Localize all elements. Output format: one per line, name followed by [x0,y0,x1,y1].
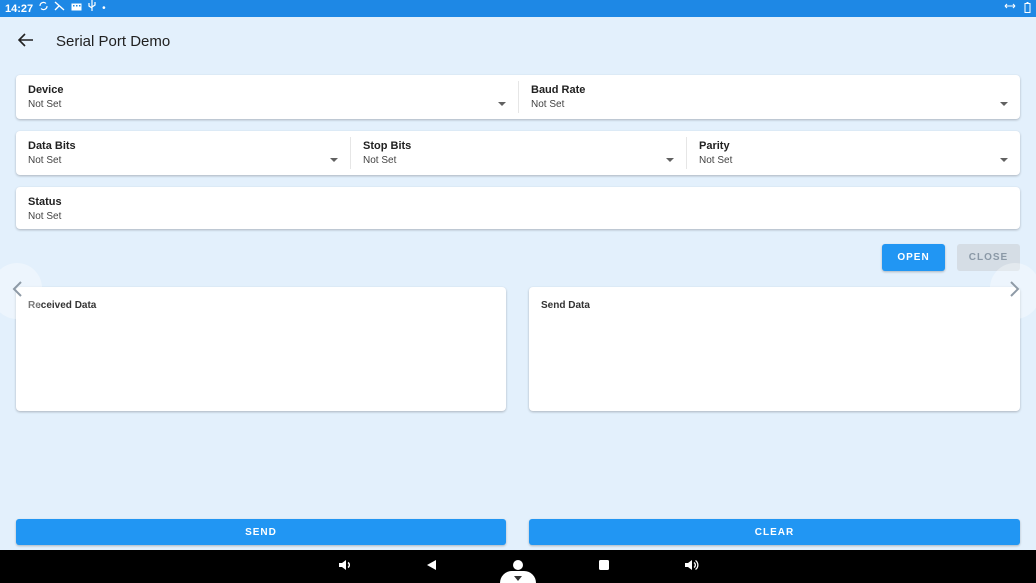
previous-page-button[interactable] [0,263,42,319]
send-data-panel[interactable]: Send Data [529,287,1020,411]
bits-parity-card: Data Bits Not Set Stop Bits Not Set Pari… [16,131,1020,175]
page-title: Serial Port Demo [56,33,171,50]
chevron-down-icon [666,158,674,162]
chevron-left-icon [11,280,23,303]
baud-rate-label: Baud Rate [531,84,586,96]
back-triangle-icon [425,558,437,576]
status-label: Status [28,196,62,208]
nav-recents-button[interactable] [595,558,613,576]
device-baud-card: Device Not Set Baud Rate Not Set [16,75,1020,119]
chevron-down-icon [330,158,338,162]
chevron-down-icon [498,102,506,106]
send-button[interactable]: SEND [16,519,506,545]
received-data-panel[interactable]: Received Data [16,287,506,411]
data-bits-value: Not Set [28,155,62,166]
device-label: Device [28,84,64,96]
battery-icon [1024,1,1031,16]
open-button[interactable]: OPEN [882,244,945,271]
volume-up-button[interactable] [682,558,700,576]
nav-drawer-handle[interactable] [500,571,536,583]
data-transfer-icon [1004,2,1016,16]
parity-dropdown[interactable]: Parity Not Set [686,137,1020,169]
status-time: 14:27 [5,2,34,15]
data-bits-dropdown[interactable]: Data Bits Not Set [16,131,350,175]
status-value: Not Set [28,211,62,222]
parity-value: Not Set [699,155,733,166]
keyboard-icon [71,0,82,17]
data-bits-label: Data Bits [28,140,76,152]
baud-rate-dropdown[interactable]: Baud Rate Not Set [518,81,1020,113]
chevron-down-icon [1000,102,1008,106]
device-value: Not Set [28,99,62,110]
chevron-right-icon [1009,280,1021,303]
sync-icon [39,0,48,17]
recents-icon [598,558,610,576]
app-bar: Serial Port Demo [0,17,1036,65]
status-card: Status Not Set [16,187,1020,229]
parity-label: Parity [699,140,730,152]
dot-icon: • [102,3,106,14]
volume-down-button[interactable] [336,558,354,576]
signal-icon [54,0,65,17]
status-field: Status Not Set [16,187,1020,229]
send-data-title: Send Data [541,300,590,311]
volume-up-icon [684,558,699,576]
arrow-back-icon [17,32,34,52]
stop-bits-dropdown[interactable]: Stop Bits Not Set [350,137,686,169]
status-bar: 14:27 • [0,0,1036,17]
status-right-icons [1004,1,1031,16]
chevron-down-icon [1000,158,1008,162]
device-dropdown[interactable]: Device Not Set [16,75,518,119]
stop-bits-value: Not Set [363,155,397,166]
next-page-button[interactable] [990,263,1036,319]
chevron-down-icon [514,568,522,583]
clear-button[interactable]: CLEAR [529,519,1020,545]
back-button[interactable] [14,30,38,54]
nav-back-button[interactable] [422,558,440,576]
volume-down-icon [338,558,352,576]
usb-icon [88,0,96,17]
stop-bits-label: Stop Bits [363,140,412,152]
baud-rate-value: Not Set [531,99,565,110]
